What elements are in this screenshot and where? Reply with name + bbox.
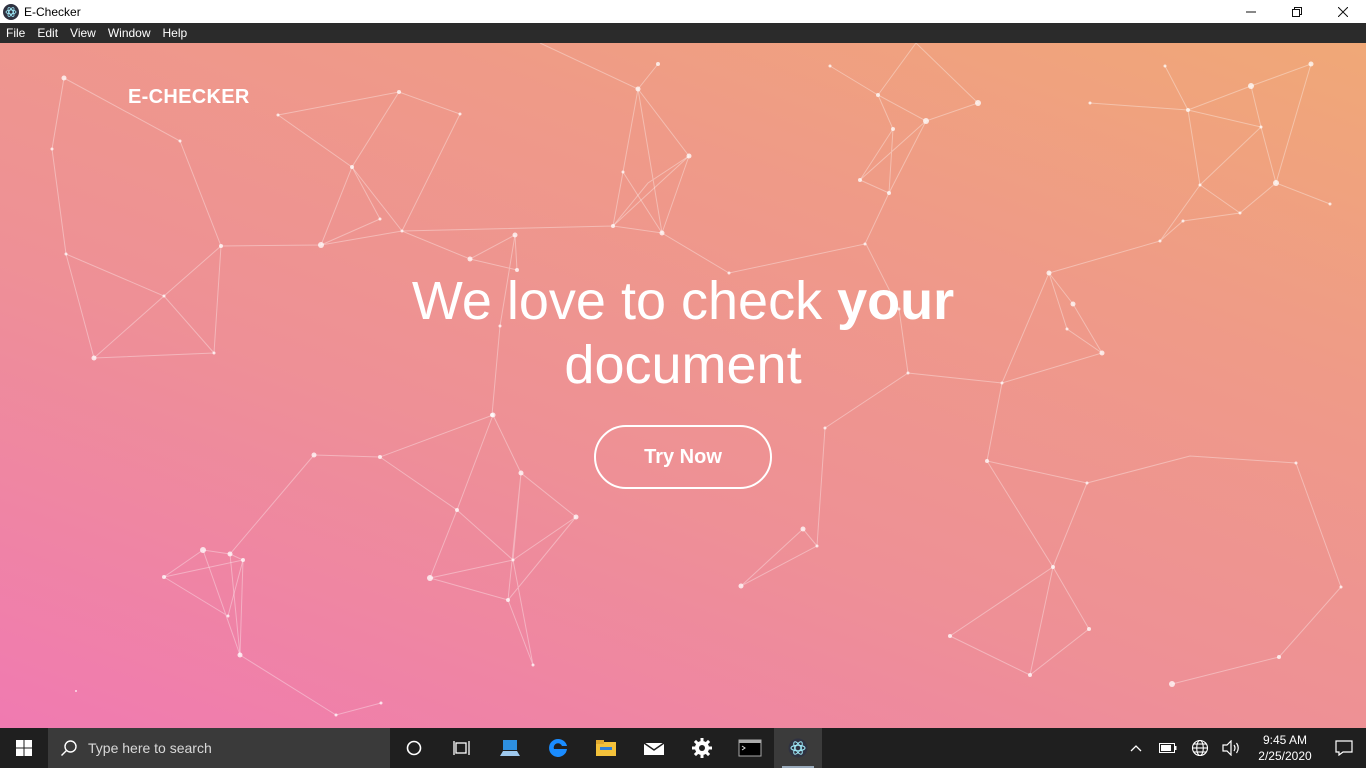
electron-app-icon <box>788 738 808 758</box>
mail-icon <box>643 742 665 755</box>
action-center-button[interactable] <box>1322 728 1366 768</box>
volume-icon <box>1222 740 1239 756</box>
system-tray: 9:45 AM 2/25/2020 <box>1120 728 1366 768</box>
edge-button[interactable] <box>534 728 582 768</box>
terminal-button[interactable] <box>726 728 774 768</box>
restore-button[interactable] <box>1274 0 1320 23</box>
try-now-button[interactable]: Try Now <box>594 425 772 489</box>
electron-app-icon <box>3 3 19 20</box>
taskbar-search-box[interactable]: Type here to search <box>48 728 390 768</box>
minimize-button[interactable] <box>1228 0 1274 23</box>
device-app-button[interactable] <box>486 728 534 768</box>
task-view-icon <box>453 741 470 755</box>
network-button[interactable] <box>1184 728 1216 768</box>
window-controls <box>1228 0 1366 23</box>
brand-logo[interactable]: E-CHECKER <box>128 86 250 109</box>
menu-edit[interactable]: Edit <box>31 23 64 43</box>
menu-window[interactable]: Window <box>102 23 157 43</box>
electron-app-button[interactable] <box>774 728 822 768</box>
device-icon <box>500 740 520 756</box>
search-placeholder: Type here to search <box>88 740 212 756</box>
cortana-button[interactable] <box>390 728 438 768</box>
window-title: E-Checker <box>24 4 81 19</box>
clock-date: 2/25/2020 <box>1258 749 1312 763</box>
search-icon <box>61 740 77 756</box>
taskbar-clock[interactable]: 9:45 AM 2/25/2020 <box>1248 732 1322 764</box>
battery-icon <box>1159 743 1177 753</box>
windows-logo-icon <box>16 740 32 756</box>
edge-icon <box>549 738 567 757</box>
cortana-icon <box>406 740 422 756</box>
volume-button[interactable] <box>1216 728 1248 768</box>
clock-time: 9:45 AM <box>1262 733 1308 747</box>
taskbar: Type here to search 9:45 AM 2/25/2020 <box>0 728 1366 768</box>
globe-icon <box>1191 739 1209 757</box>
headline-line-2: document <box>564 335 802 395</box>
settings-icon <box>692 738 712 758</box>
terminal-icon <box>738 739 762 757</box>
headline-line-1: We love to check your <box>0 269 1366 333</box>
start-button[interactable] <box>0 728 48 768</box>
headline-emphasis: your <box>837 271 955 331</box>
notification-icon <box>1335 740 1353 756</box>
menu-view[interactable]: View <box>64 23 102 43</box>
task-view-button[interactable] <box>438 728 486 768</box>
close-button[interactable] <box>1320 0 1366 23</box>
file-explorer-icon <box>596 740 616 756</box>
landing-page: E-CHECKER We love to check your document… <box>0 43 1366 728</box>
headline-text: We love to check <box>411 271 838 331</box>
file-explorer-button[interactable] <box>582 728 630 768</box>
hero-heading: We love to check your document <box>0 269 1366 397</box>
show-hidden-icons-button[interactable] <box>1120 728 1152 768</box>
settings-button[interactable] <box>678 728 726 768</box>
menu-file[interactable]: File <box>0 23 31 43</box>
mail-button[interactable] <box>630 728 678 768</box>
menu-bar: File Edit View Window Help <box>0 23 1366 43</box>
battery-button[interactable] <box>1152 728 1184 768</box>
chevron-up-icon <box>1130 745 1142 752</box>
menu-help[interactable]: Help <box>157 23 194 43</box>
title-bar: E-Checker <box>0 0 1366 23</box>
